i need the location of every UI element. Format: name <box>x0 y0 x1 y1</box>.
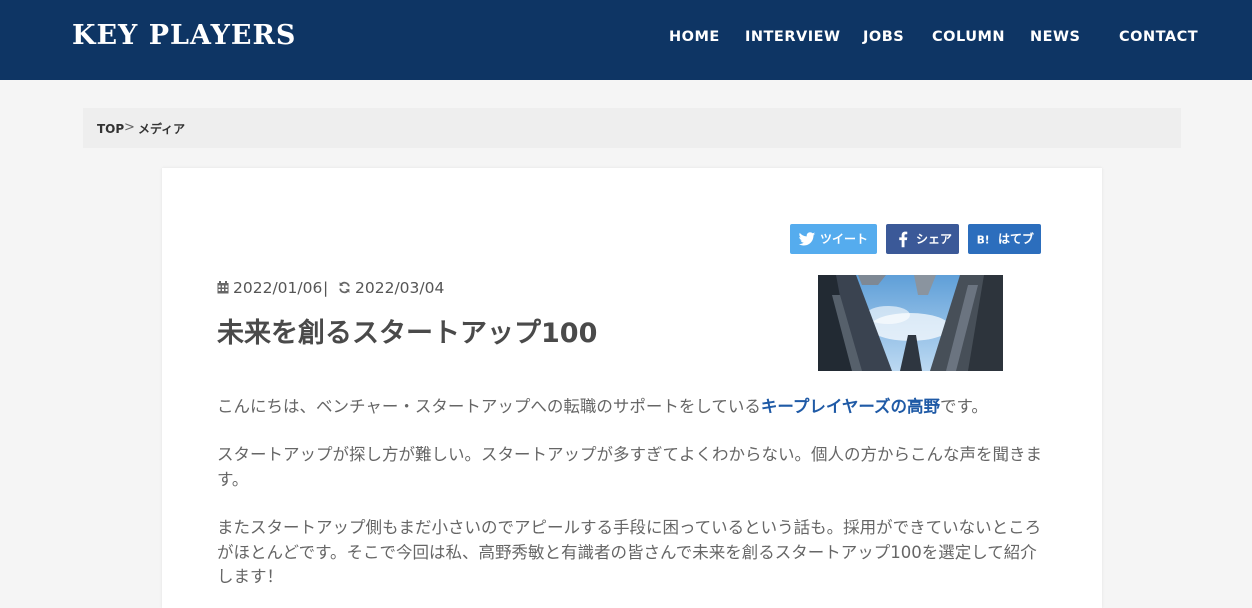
site-logo[interactable]: KEY PLAYERS <box>72 21 296 51</box>
twitter-share-button[interactable]: ツイート <box>790 224 877 254</box>
nav-interview[interactable]: INTERVIEW <box>745 28 841 46</box>
facebook-share-button[interactable]: シェア <box>886 224 959 254</box>
meta-divider: | <box>323 279 329 297</box>
svg-text:B!: B! <box>977 235 990 247</box>
calendar-icon <box>217 281 229 294</box>
breadcrumb-top-link[interactable]: TOP <box>97 121 124 137</box>
nav-home[interactable]: HOME <box>669 28 720 46</box>
facebook-f-icon <box>899 231 908 248</box>
intro-paragraph: こんにちは、ベンチャー・スタートアップへの転職のサポートをしているキープレイヤー… <box>217 395 1045 420</box>
intro-text: こんにちは、ベンチャー・スタートアップへの転職のサポートをしている <box>217 397 761 416</box>
twitter-bird-icon <box>798 232 816 246</box>
hatena-bookmark-button[interactable]: B! はてブ <box>968 224 1041 254</box>
author-link[interactable]: キープレイヤーズの高野 <box>761 397 940 416</box>
intro-text-end: です。 <box>940 397 988 416</box>
updated-date: 2022/03/04 <box>355 279 445 297</box>
breadcrumb-current: メディア <box>138 122 186 136</box>
paragraph-3: またスタートアップ側もまだ小さいのでアピールする手段に困っているという話も。採用… <box>217 518 1042 586</box>
published-date: 2022/01/06 <box>233 279 323 297</box>
site-header: KEY PLAYERS HOME INTERVIEW JOBS COLUMN N… <box>0 0 1252 80</box>
article-title: 未来を創るスタートアップ100 <box>217 318 598 349</box>
nav-news[interactable]: NEWS <box>1030 28 1080 46</box>
nav-contact[interactable]: CONTACT <box>1119 28 1198 46</box>
facebook-share-label: シェア <box>916 232 953 246</box>
hatena-bookmark-icon: B! <box>977 235 990 247</box>
nav-jobs[interactable]: JOBS <box>863 28 904 46</box>
hatena-bookmark-label: はてブ <box>998 232 1035 246</box>
article-eyecatch-image <box>818 275 1003 371</box>
paragraph-2: スタートアップが探し方が難しい。スタートアップが多すぎてよくわからない。個人の方… <box>217 445 1042 489</box>
breadcrumb-separator: > <box>124 120 135 135</box>
breadcrumb: TOP > メディア <box>83 108 1181 148</box>
nav-column[interactable]: COLUMN <box>932 28 1005 46</box>
twitter-share-label: ツイート <box>820 232 869 246</box>
refresh-icon <box>339 281 350 294</box>
